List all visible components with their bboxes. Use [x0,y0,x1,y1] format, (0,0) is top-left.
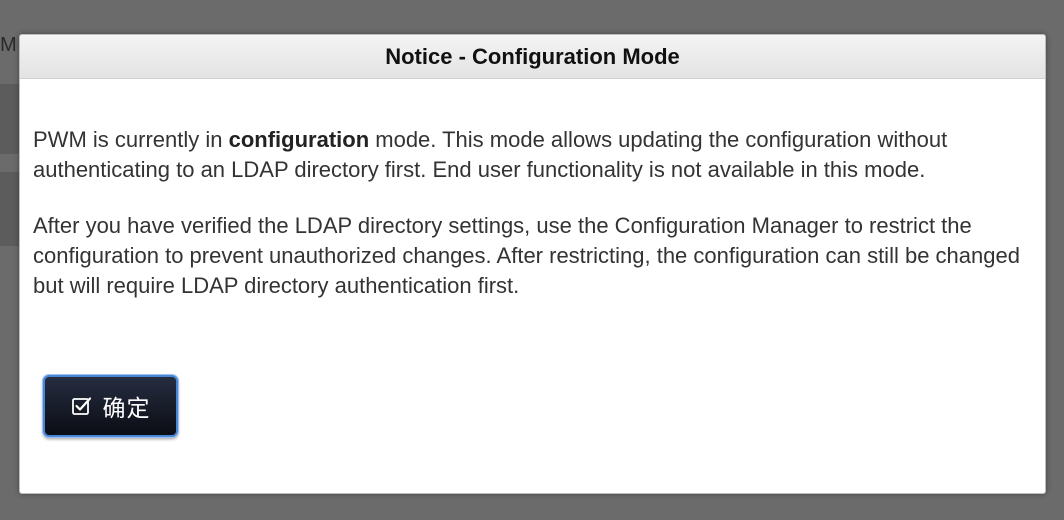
dialog-body: PWM is currently in configuration mode. … [20,79,1045,301]
notice-dialog: Notice - Configuration Mode PWM is curre… [19,34,1046,494]
background-panel [0,172,20,246]
dialog-titlebar: Notice - Configuration Mode [20,35,1045,79]
ok-button[interactable]: 确定 [43,375,178,437]
paragraph-text: PWM is currently in [33,127,229,152]
background-panel [0,84,20,154]
paragraph-emphasis: configuration [228,127,370,152]
checkbox-check-icon [71,395,93,417]
dialog-title: Notice - Configuration Mode [385,43,680,69]
dialog-paragraph: After you have verified the LDAP directo… [33,213,1020,298]
ok-button-label: 确定 [102,396,151,422]
background-text-fragment: M [0,34,17,56]
dialog-paragraph: PWM is currently in configuration mode. … [33,125,1033,185]
